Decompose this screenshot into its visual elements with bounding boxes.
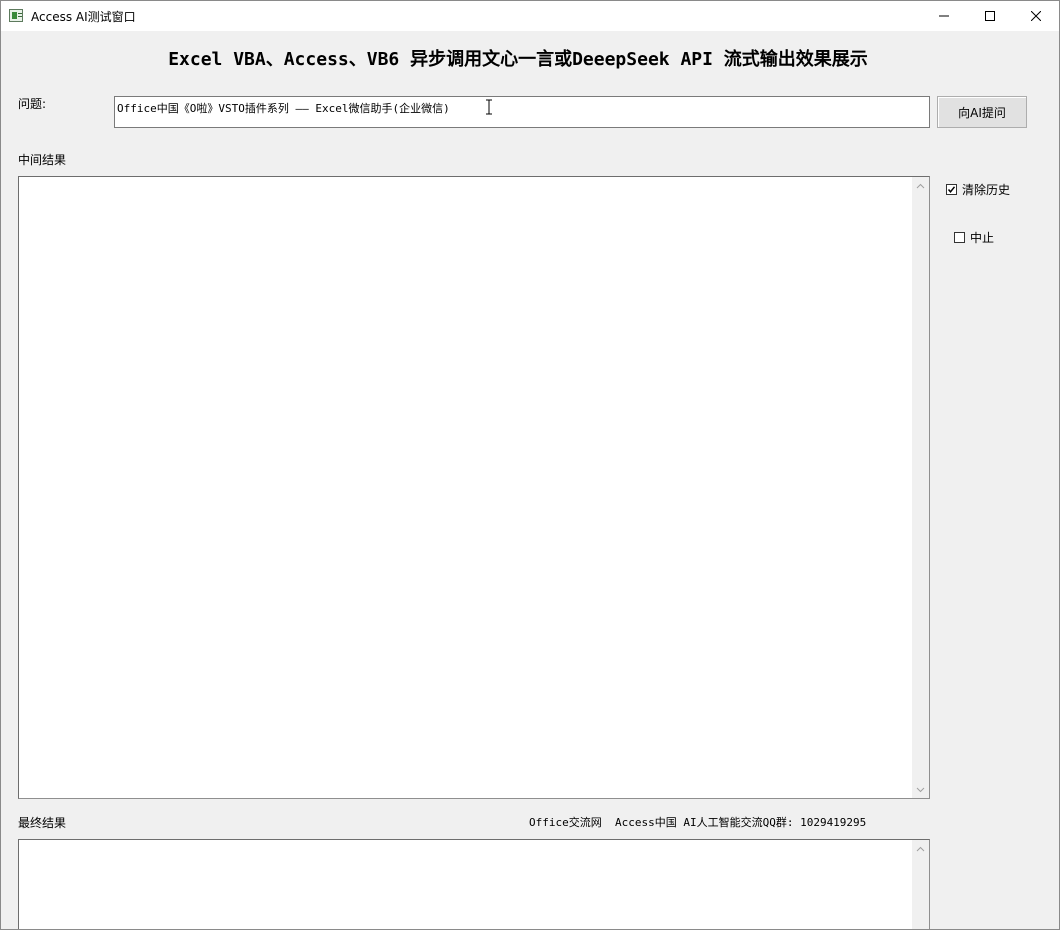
- page-heading: Excel VBA、Access、VB6 异步调用文心一言或DeeepSeek …: [168, 49, 868, 70]
- text-cursor-icon: [486, 99, 492, 115]
- question-label: 问题:: [18, 97, 47, 111]
- minimize-button[interactable]: [921, 1, 967, 31]
- access-form-icon: [9, 9, 23, 22]
- question-input-value: Office中国《O啦》VSTO插件系列 —— Excel微信助手(企业微信): [117, 102, 450, 115]
- maximize-icon: [985, 11, 995, 21]
- app-window: Access AI测试窗口 Excel VBA、Access、VB6 异步调用文…: [0, 0, 1060, 930]
- stop-label: 中止: [970, 231, 995, 245]
- final-output[interactable]: [18, 839, 930, 929]
- ask-ai-button[interactable]: 向AI提问: [937, 96, 1027, 128]
- minimize-icon: [939, 15, 949, 17]
- stop-checkbox[interactable]: 中止: [954, 229, 994, 246]
- clear-history-box[interactable]: [946, 184, 957, 195]
- window-title: Access AI测试窗口: [31, 10, 136, 24]
- clear-history-checkbox[interactable]: 清除历史: [946, 181, 1010, 198]
- intermediate-scrollbar[interactable]: [912, 177, 929, 798]
- intermediate-label: 中间结果: [18, 153, 67, 167]
- final-label: 最终结果: [18, 816, 67, 830]
- chevron-down-icon: [916, 787, 925, 792]
- question-input[interactable]: Office中国《O啦》VSTO插件系列 —— Excel微信助手(企业微信): [114, 96, 930, 128]
- close-button[interactable]: [1013, 1, 1059, 31]
- close-icon: [1031, 11, 1041, 21]
- scroll-down-button[interactable]: [912, 781, 929, 798]
- scroll-up-button[interactable]: [912, 177, 929, 194]
- intermediate-output[interactable]: [18, 176, 930, 799]
- stop-box[interactable]: [954, 232, 965, 243]
- chevron-up-icon: [916, 183, 925, 188]
- title-bar[interactable]: Access AI测试窗口: [1, 1, 1059, 31]
- clear-history-label: 清除历史: [962, 183, 1011, 197]
- final-scrollbar[interactable]: [912, 840, 929, 929]
- footer-info: Office交流网 Access中国 AI人工智能交流QQ群: 10294192…: [529, 816, 867, 829]
- checkmark-icon: [947, 186, 956, 193]
- final-scroll-up-button[interactable]: [912, 840, 929, 857]
- chevron-up-icon: [916, 846, 925, 851]
- maximize-button[interactable]: [967, 1, 1013, 31]
